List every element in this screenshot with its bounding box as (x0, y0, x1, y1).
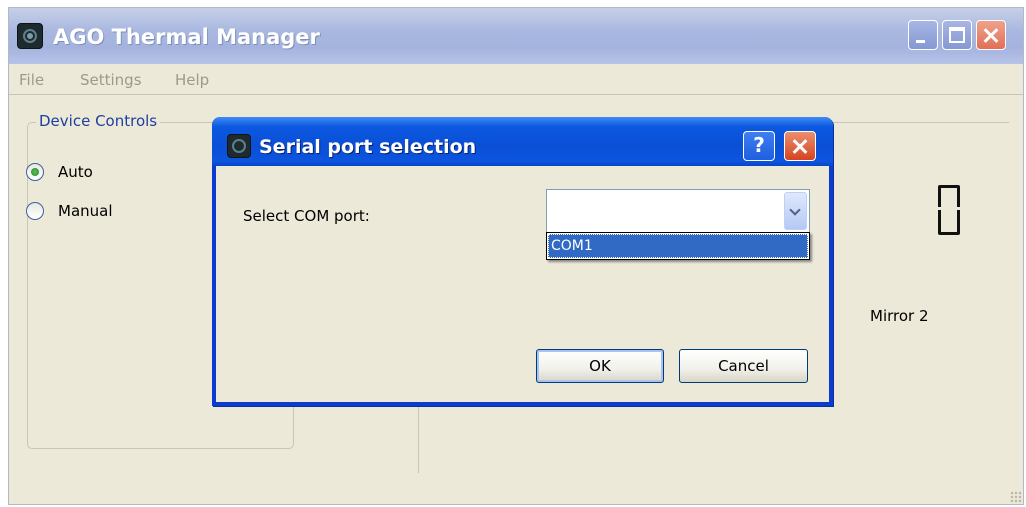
cancel-button[interactable]: Cancel (679, 349, 808, 383)
menu-settings[interactable]: Settings (80, 71, 142, 89)
dialog-titlebar[interactable]: Serial port selection ? (212, 117, 833, 166)
mirror-label: Mirror 2 (870, 307, 929, 325)
radio-auto-label[interactable]: Auto (58, 163, 93, 181)
serial-port-dialog: Serial port selection ? Select COM port:… (212, 117, 833, 406)
help-icon: ? (753, 133, 765, 157)
close-button[interactable] (976, 20, 1006, 50)
dialog-title: Serial port selection (259, 136, 477, 158)
close-icon (977, 21, 1005, 49)
menu-bar: File Settings Help (9, 64, 1023, 95)
menu-file[interactable]: File (19, 71, 44, 89)
ok-button[interactable]: OK (536, 349, 664, 383)
device-controls-legend: Device Controls (36, 112, 161, 130)
resize-grip-icon[interactable] (1010, 491, 1022, 503)
seven-segment-display (938, 185, 960, 235)
main-window-title: AGO Thermal Manager (53, 25, 320, 49)
chevron-down-icon[interactable] (784, 192, 807, 230)
dialog-app-icon (227, 134, 251, 158)
dialog-body: Select COM port: COM1 OK Cancel (216, 166, 829, 402)
maximize-button[interactable] (942, 20, 972, 50)
com-port-label: Select COM port: (243, 207, 370, 225)
menu-help[interactable]: Help (175, 71, 209, 89)
app-logo-icon[interactable] (17, 23, 43, 49)
com-port-dropdown: COM1 (546, 232, 810, 260)
radio-auto-button[interactable] (26, 163, 44, 181)
dropdown-option-com1[interactable]: COM1 (548, 234, 808, 258)
close-icon (785, 132, 815, 160)
help-button[interactable]: ? (743, 131, 775, 161)
com-port-select[interactable] (546, 189, 810, 233)
dialog-close-button[interactable] (784, 131, 816, 161)
main-titlebar[interactable]: AGO Thermal Manager (9, 8, 1023, 64)
radio-manual-label[interactable]: Manual (58, 202, 113, 220)
radio-manual-button[interactable] (26, 202, 44, 220)
minimize-button[interactable] (908, 20, 938, 50)
